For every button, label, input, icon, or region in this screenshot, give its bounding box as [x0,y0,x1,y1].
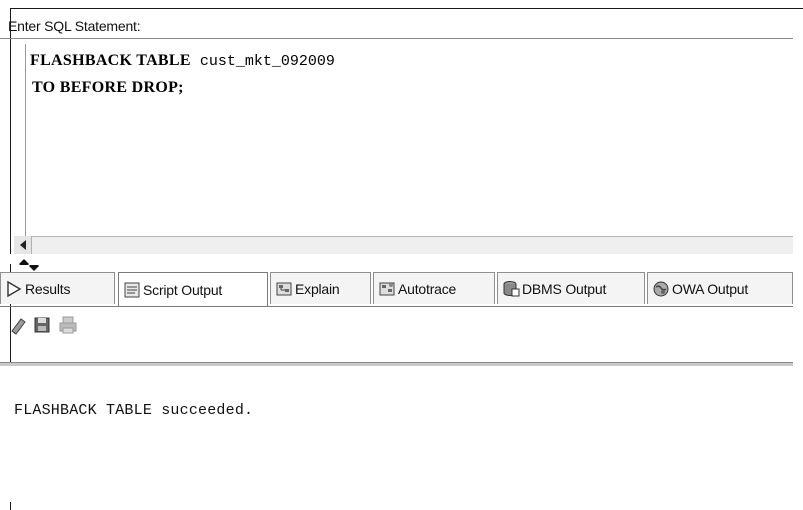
editor-gutter [14,44,25,262]
script-output-area[interactable] [0,366,793,502]
sql-text: cust_mkt_092009 [190,53,335,70]
tab-explain[interactable]: Explain [270,272,371,304]
scroll-left-button[interactable] [14,236,32,254]
sql-statement-label: Enter SQL Statement: [8,18,141,34]
sql-keyword: TO BEFORE DROP [32,79,179,96]
explain-plan-icon [276,282,292,295]
dbms-output-icon [503,280,520,296]
tab-owa-output[interactable]: OWA Output [647,272,793,304]
sql-text: ; [178,79,184,96]
tab-label: OWA Output [672,280,749,297]
autotrace-icon [379,282,395,295]
output-tab-bar: Results Script Output Explain Autotrace … [0,272,793,307]
pane-splitter[interactable] [0,254,793,264]
script-output-icon [124,282,140,297]
tab-label: DBMS Output [522,280,607,297]
tab-autotrace[interactable]: Autotrace [373,272,495,304]
tab-results[interactable]: Results [0,272,115,304]
sql-line-1: FLASHBACK TABLE cust_mkt_092009 [30,52,335,70]
owa-output-icon [653,281,669,296]
tab-script-output[interactable]: Script Output [118,272,268,306]
sql-editor[interactable] [25,44,794,262]
horizontal-scrollbar[interactable] [14,236,793,256]
tab-label: Explain [295,280,340,297]
sql-keyword: FLASHBACK TABLE [30,52,191,69]
print-icon[interactable] [58,315,78,335]
tab-dbms-output[interactable]: DBMS Output [497,272,645,304]
tab-label: Autotrace [398,280,457,297]
tab-label: Results [25,280,71,297]
splitter-arrows-icon[interactable] [18,259,40,271]
sql-line-2: TO BEFORE DROP; [32,79,184,97]
label-divider [0,38,793,39]
save-icon[interactable] [32,315,52,335]
eraser-icon[interactable] [8,315,28,335]
tab-label: Script Output [143,281,223,298]
scroll-left-arrow-icon [19,240,26,250]
play-arrow-icon [7,280,22,297]
output-toolbar [0,307,793,341]
script-output-message: FLASHBACK TABLE succeeded. [14,402,254,419]
